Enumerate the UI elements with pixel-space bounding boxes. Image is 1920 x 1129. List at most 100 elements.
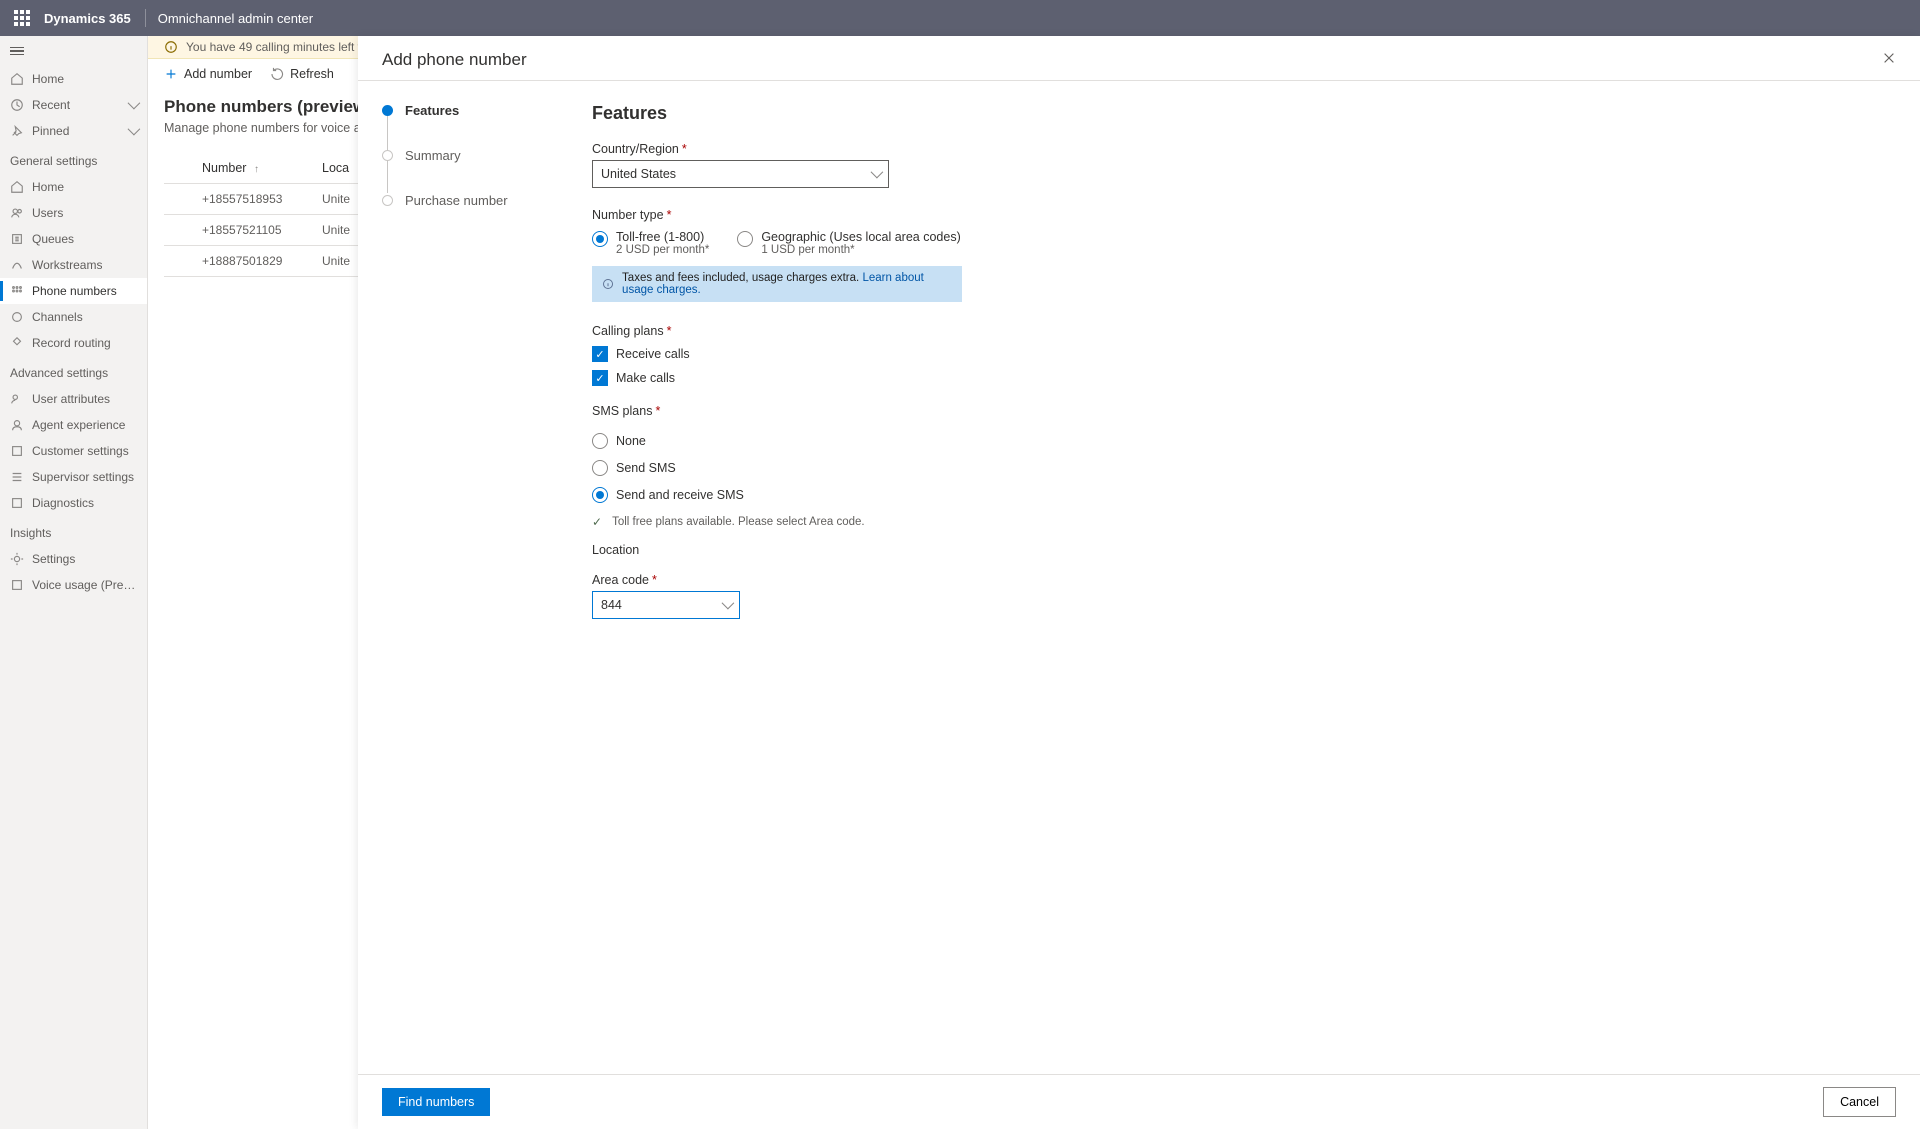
sidebar-item-workstreams[interactable]: Workstreams xyxy=(0,252,147,278)
calling-plan-receive-calls[interactable]: ✓ Receive calls xyxy=(592,346,1112,362)
availability-text: Toll free plans available. Please select… xyxy=(612,516,865,528)
app-launcher-button[interactable] xyxy=(8,4,36,32)
sms-option-send-receive[interactable]: Send and receive SMS xyxy=(592,486,1112,503)
info-icon xyxy=(164,40,178,54)
queues-icon xyxy=(10,232,24,246)
diagnostics-icon xyxy=(10,496,24,510)
wizard-step-summary[interactable]: Summary xyxy=(382,148,582,163)
field-label-number-type: Number type* xyxy=(592,208,1112,222)
product-name: Dynamics 365 xyxy=(44,11,131,26)
nav-item-label: Queues xyxy=(32,232,74,246)
sidebar-item-users[interactable]: Users xyxy=(0,200,147,226)
sidebar-item-user-attributes[interactable]: User attributes xyxy=(0,386,147,412)
radio-sublabel: 2 USD per month* xyxy=(616,244,709,256)
close-icon xyxy=(1882,51,1896,65)
panel-close-button[interactable] xyxy=(1882,51,1896,70)
nav-quick-pinned[interactable]: Pinned xyxy=(0,118,147,144)
pin-icon xyxy=(10,124,24,138)
supervisor-icon xyxy=(10,470,24,484)
sidebar-item-agent-experience[interactable]: Agent experience xyxy=(0,412,147,438)
number-type-radiogroup: Toll-free (1-800) 2 USD per month* Geogr… xyxy=(592,230,1112,256)
nav-item-label: User attributes xyxy=(32,392,110,406)
nav-group-header: General settings xyxy=(0,144,147,174)
workstreams-icon xyxy=(10,258,24,272)
wizard-steps: Features Summary Purchase number xyxy=(382,103,582,1052)
area-code-select[interactable]: 844 xyxy=(592,591,740,619)
voice-usage-icon xyxy=(10,578,24,592)
sort-asc-icon: ↑ xyxy=(254,164,259,175)
number-type-geographic[interactable]: Geographic (Uses local area codes) 1 USD… xyxy=(737,230,960,256)
sidebar-item-phone-numbers[interactable]: Phone numbers xyxy=(0,278,147,304)
cell-number: +18557518953 xyxy=(202,192,322,206)
country-region-select[interactable]: United States xyxy=(592,160,889,188)
routing-icon xyxy=(10,336,24,350)
app-context-name: Omnichannel admin center xyxy=(158,11,313,26)
users-icon xyxy=(10,206,24,220)
nav-item-label: Home xyxy=(32,72,64,86)
nav-item-label: Diagnostics xyxy=(32,496,94,510)
user-attr-icon xyxy=(10,392,24,406)
sidebar-item-supervisor-settings[interactable]: Supervisor settings xyxy=(0,464,147,490)
nav-item-label: Recent xyxy=(32,98,70,112)
sidebar-item-settings[interactable]: Settings xyxy=(0,546,147,572)
home-icon xyxy=(10,180,24,194)
panel-body: Features Summary Purchase number Feature… xyxy=(358,81,1920,1074)
panel-footer: Find numbers Cancel xyxy=(358,1074,1920,1129)
nav-quick-recent[interactable]: Recent xyxy=(0,92,147,118)
sidebar-item-record-routing[interactable]: Record routing xyxy=(0,330,147,356)
sidebar-item-diagnostics[interactable]: Diagnostics xyxy=(0,490,147,516)
add-phone-number-panel: Add phone number Features Summary Purcha… xyxy=(358,36,1920,1129)
nav-item-label: Customer settings xyxy=(32,444,129,458)
nav-item-label: Settings xyxy=(32,552,75,566)
nav-item-label: Supervisor settings xyxy=(32,470,134,484)
cell-location: Unite xyxy=(322,223,350,237)
add-number-button[interactable]: Add number xyxy=(164,67,252,81)
cancel-button[interactable]: Cancel xyxy=(1823,1087,1896,1117)
customer-icon xyxy=(10,444,24,458)
clock-icon xyxy=(10,98,24,112)
dialpad-icon xyxy=(10,284,24,298)
step-label: Features xyxy=(405,103,459,118)
find-numbers-button[interactable]: Find numbers xyxy=(382,1088,490,1116)
sidebar-item-customer-settings[interactable]: Customer settings xyxy=(0,438,147,464)
cell-number: +18557521105 xyxy=(202,223,322,237)
sidebar-item-voice-usage[interactable]: Voice usage (Preview) xyxy=(0,572,147,598)
sidebar-item-home[interactable]: Home xyxy=(0,174,147,200)
panel-form: Features Country/Region* United States N… xyxy=(592,103,1112,1052)
wizard-step-features[interactable]: Features xyxy=(382,103,582,118)
agent-icon xyxy=(10,418,24,432)
home-icon xyxy=(10,72,24,86)
chevron-down-icon xyxy=(128,124,137,138)
refresh-button[interactable]: Refresh xyxy=(270,67,334,81)
location-section-label: Location xyxy=(592,543,1112,557)
nav-group-header: Insights xyxy=(0,516,147,546)
toolbar-btn-label: Add number xyxy=(184,67,252,81)
check-icon: ✓ xyxy=(592,515,602,529)
step-label: Summary xyxy=(405,148,461,163)
sidebar-item-channels[interactable]: Channels xyxy=(0,304,147,330)
column-header-location[interactable]: Loca xyxy=(322,161,349,175)
nav-item-label: Workstreams xyxy=(32,258,102,272)
nav-item-label: Home xyxy=(32,180,64,194)
cell-location: Unite xyxy=(322,254,350,268)
number-type-toll-free[interactable]: Toll-free (1-800) 2 USD per month* xyxy=(592,230,709,256)
sms-option-none[interactable]: None xyxy=(592,432,1112,449)
calling-plan-make-calls[interactable]: ✓ Make calls xyxy=(592,370,1112,386)
hamburger-icon xyxy=(10,45,24,58)
radio-icon xyxy=(592,460,608,476)
chevron-down-icon xyxy=(722,598,731,612)
nav-item-label: Channels xyxy=(32,310,83,324)
sms-option-send[interactable]: Send SMS xyxy=(592,459,1112,476)
wizard-step-purchase-number[interactable]: Purchase number xyxy=(382,193,582,208)
radio-sublabel: 1 USD per month* xyxy=(761,244,960,256)
field-label-sms-plans: SMS plans* xyxy=(592,404,1112,418)
column-header-number[interactable]: Number ↑ xyxy=(202,161,322,175)
nav-hamburger-button[interactable] xyxy=(0,36,147,66)
channels-icon xyxy=(10,310,24,324)
info-text: Taxes and fees included, usage charges e… xyxy=(622,272,859,284)
left-nav: Home Recent Pinned General settings Home… xyxy=(0,36,148,1129)
availability-message: ✓ Toll free plans available. Please sele… xyxy=(592,515,1112,529)
step-label: Purchase number xyxy=(405,193,508,208)
nav-quick-home[interactable]: Home xyxy=(0,66,147,92)
sidebar-item-queues[interactable]: Queues xyxy=(0,226,147,252)
